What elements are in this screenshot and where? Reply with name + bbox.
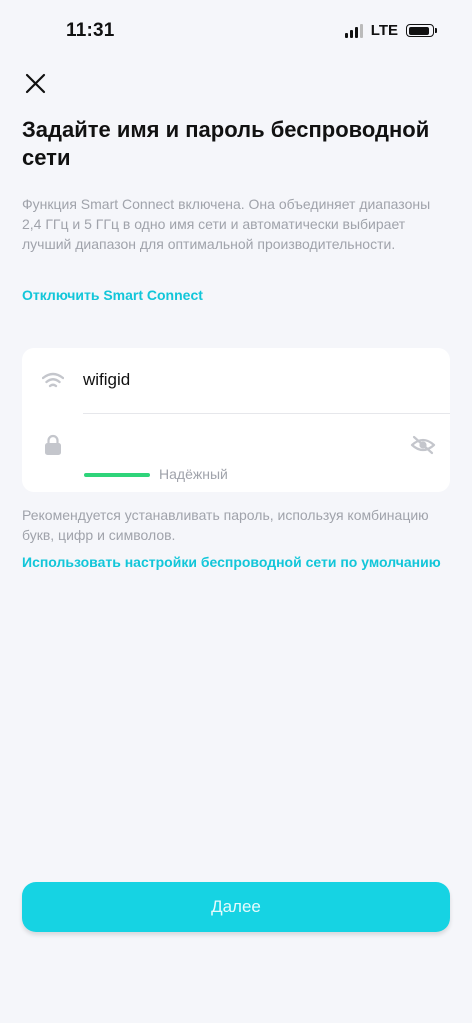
smart-connect-description: Функция Smart Connect включена. Она объе… bbox=[22, 196, 431, 252]
password-input[interactable] bbox=[83, 434, 403, 458]
lock-icon bbox=[45, 434, 61, 455]
close-button[interactable] bbox=[22, 70, 50, 98]
eye-off-icon[interactable] bbox=[410, 434, 436, 456]
network-type: LTE bbox=[370, 22, 398, 39]
close-icon bbox=[25, 73, 46, 94]
status-time: 11:31 bbox=[66, 20, 115, 41]
disable-smart-connect-link[interactable]: Отключить Smart Connect bbox=[22, 287, 203, 303]
next-button[interactable]: Далее bbox=[22, 882, 450, 932]
battery-icon bbox=[406, 24, 437, 37]
status-bar: 11:31 LTE bbox=[0, 0, 472, 64]
status-indicators: LTE bbox=[344, 22, 437, 39]
password-strength-label: Надёжный bbox=[159, 466, 228, 482]
password-hint: Рекомендуется устанавливать пароль, испо… bbox=[22, 507, 429, 543]
password-strength-bar bbox=[84, 473, 150, 477]
wifi-icon bbox=[42, 372, 64, 388]
wireless-settings-card: Надёжный bbox=[22, 348, 450, 492]
signal-icon bbox=[344, 23, 363, 38]
use-default-settings-link[interactable]: Использовать настройки беспроводной сети… bbox=[22, 552, 442, 572]
ssid-input[interactable] bbox=[83, 370, 413, 390]
screen: 11:31 LTE Задайте имя и пароль беспровод… bbox=[0, 0, 472, 1023]
password-row: Надёжный bbox=[22, 414, 450, 492]
page-title: Задайте имя и пароль беспроводной сети bbox=[22, 117, 430, 170]
ssid-row bbox=[22, 348, 450, 414]
